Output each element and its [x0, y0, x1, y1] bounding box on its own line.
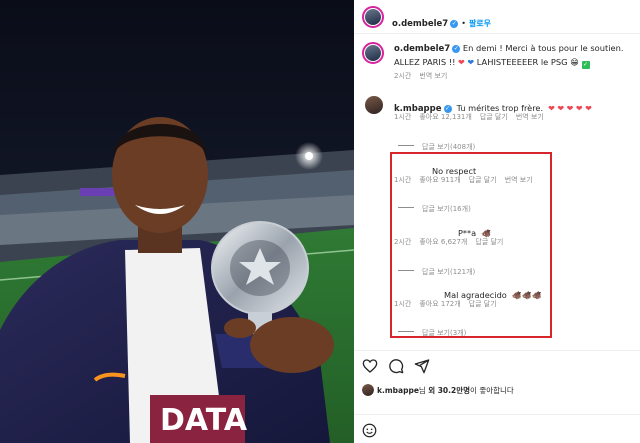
- commenter-avatar[interactable]: [364, 95, 384, 115]
- heart-icon[interactable]: [362, 358, 378, 374]
- reply-divider: [398, 145, 414, 146]
- likes-count[interactable]: 외 30.2만명: [428, 386, 470, 395]
- highlight-box: [390, 152, 552, 338]
- hearts-emoji: ❤ ❤ ❤ ❤ ❤: [548, 104, 592, 113]
- emoji-icon[interactable]: [362, 423, 377, 438]
- author-username[interactable]: o.dembele7: [392, 19, 448, 29]
- share-icon[interactable]: [414, 358, 430, 374]
- check-emoji: ✓: [581, 60, 590, 69]
- verified-icon: ✓: [450, 20, 459, 28]
- caption-meta: 2시간 번역 보기: [394, 71, 455, 81]
- likes-suffix-1: 님: [418, 386, 429, 395]
- comment-translate-link[interactable]: 번역 보기: [516, 113, 544, 121]
- post-photo[interactable]: DATA: [0, 0, 354, 443]
- follow-button[interactable]: 팔로우: [469, 19, 491, 28]
- caption-username[interactable]: o.dembele7: [394, 44, 450, 54]
- likes-suffix-2: 이 좋아합니다: [470, 386, 514, 395]
- separator-dot: •: [461, 19, 466, 28]
- comment-meta: 1시간 좋아요 12,131개 답글 달기 번역 보기: [394, 112, 552, 122]
- liker-avatar[interactable]: [362, 384, 374, 396]
- view-replies-link[interactable]: 답글 보기(408개): [422, 143, 475, 151]
- red-heart-emoji: ❤: [458, 57, 465, 67]
- add-comment-bar[interactable]: [354, 414, 640, 443]
- caption-avatar[interactable]: [362, 42, 384, 64]
- blue-heart-emoji: ❤: [467, 57, 475, 67]
- comment-icon[interactable]: [388, 358, 404, 374]
- view-replies-row[interactable]: 답글 보기(408개): [398, 134, 475, 153]
- likes-summary: k.mbappe님 외 30.2만명이 좋아합니다: [362, 384, 514, 396]
- photo-illustration: DATA: [0, 0, 354, 443]
- comment-time: 1시간: [394, 113, 412, 121]
- verified-icon: ✓: [452, 45, 461, 53]
- jersey-text: DATA: [160, 403, 248, 438]
- caption-translate-link[interactable]: 번역 보기: [419, 72, 447, 80]
- action-bar: k.mbappe님 외 30.2만명이 좋아합니다: [354, 350, 640, 443]
- post-caption: o.dembele7 ✓ En demi ! Merci à tous pour …: [394, 42, 634, 69]
- comment-likes[interactable]: 좋아요 12,131개: [419, 113, 471, 121]
- liker-username[interactable]: k.mbappe: [377, 386, 419, 395]
- caption-tail: LAHISTEEEEER le PSG: [476, 56, 568, 67]
- smile-emoji: 😁: [570, 56, 579, 67]
- comment-reply-button[interactable]: 답글 달기: [480, 113, 508, 121]
- author-avatar[interactable]: [362, 6, 384, 28]
- post-header: o.dembele7 ✓ • 팔로우: [354, 0, 640, 34]
- caption-time: 2시간: [394, 72, 412, 80]
